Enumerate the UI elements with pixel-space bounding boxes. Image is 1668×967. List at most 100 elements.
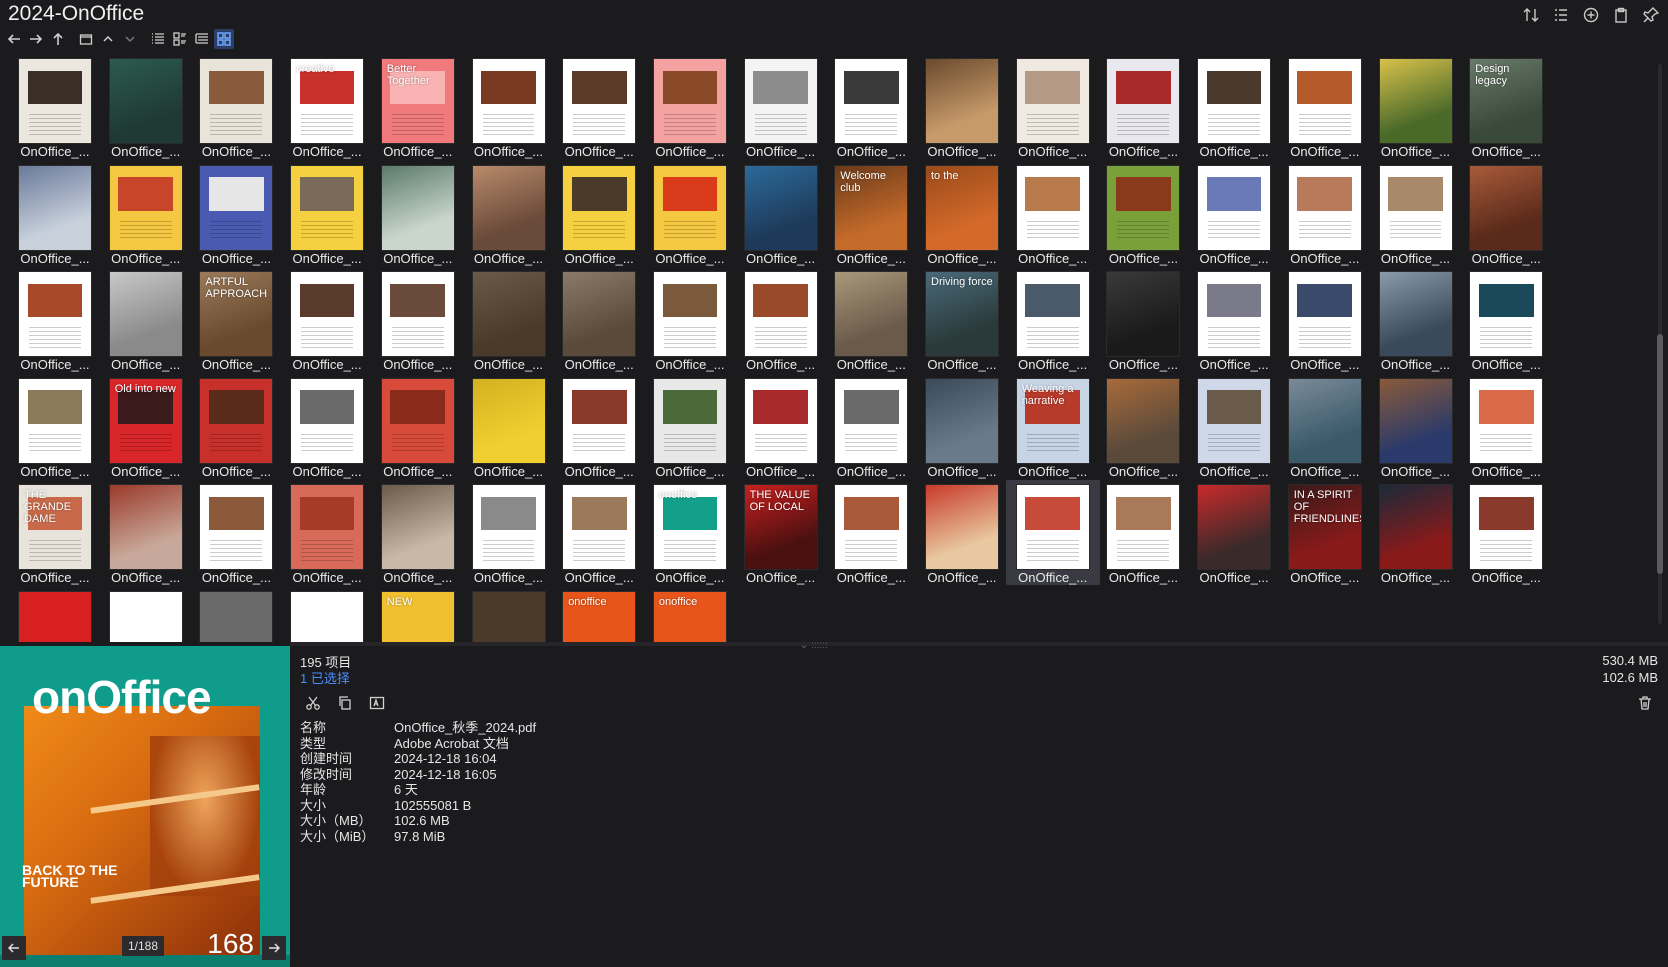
file-tile[interactable]: OnOffice_... [552, 374, 646, 479]
file-tile[interactable]: OnOffice_... [1459, 161, 1553, 266]
file-tile[interactable]: OnOffice_... [189, 54, 283, 159]
file-tile[interactable]: OnOffice_... [915, 374, 1009, 479]
file-tile[interactable]: OnOffice_... [280, 374, 374, 479]
file-tile[interactable]: OnOffice_... [1278, 267, 1372, 372]
file-tile[interactable]: OnOffice_... [1459, 267, 1553, 372]
file-tile[interactable] [189, 587, 283, 642]
file-tile[interactable]: OnOffice_... [824, 374, 918, 479]
file-tile[interactable]: OnOffice_... [189, 161, 283, 266]
file-tile[interactable]: OnOffice_... [1187, 480, 1281, 585]
file-tile[interactable]: OnOffice_... [1096, 161, 1190, 266]
file-tile[interactable]: OnOffice_... [643, 54, 737, 159]
file-tile[interactable]: creative OnOffice_... [280, 54, 374, 159]
file-tile[interactable]: OnOffice_... [734, 267, 828, 372]
file-tile[interactable]: OnOffice_... [552, 267, 646, 372]
file-tile[interactable]: OnOffice_... [1459, 480, 1553, 585]
cut-icon[interactable] [302, 692, 324, 714]
file-tile[interactable]: OnOffice_... [1006, 54, 1100, 159]
file-tile[interactable]: OnOffice_... [734, 54, 828, 159]
file-tile[interactable]: onoffice OnOffice_... [643, 480, 737, 585]
folder-icon[interactable] [76, 29, 96, 49]
file-tile[interactable] [99, 587, 193, 642]
file-tile[interactable]: OnOffice_... [189, 374, 283, 479]
file-tile[interactable]: OnOffice_... [1187, 267, 1281, 372]
file-tile[interactable]: Better Together OnOffice_... [371, 54, 465, 159]
file-tile[interactable]: OnOffice_... [371, 480, 465, 585]
file-tile[interactable]: OnOffice_... [462, 267, 556, 372]
file-tile[interactable]: OnOffice_... [1005, 480, 1100, 585]
forward-arrow-icon[interactable] [26, 29, 46, 49]
file-tile[interactable]: OnOffice_... [1096, 54, 1190, 159]
file-tile[interactable]: OnOffice_... [8, 54, 102, 159]
file-tile[interactable]: OnOffice_... [8, 374, 102, 479]
file-tile[interactable]: OnOffice_... [1096, 480, 1190, 585]
file-tile[interactable]: THE VALUE OF LOCAL OnOffice_... [734, 480, 828, 585]
sort-icon[interactable] [1520, 4, 1542, 26]
next-page-button[interactable] [262, 936, 286, 960]
file-tile[interactable]: OnOffice_... [552, 161, 646, 266]
file-tile[interactable]: OnOffice_... [280, 161, 374, 266]
file-tile[interactable]: OnOffice_... [371, 267, 465, 372]
file-tile[interactable]: OnOffice_... [1369, 54, 1463, 159]
file-tile[interactable]: OnOffice_... [824, 480, 918, 585]
file-tile[interactable]: OnOffice_... [552, 54, 646, 159]
file-tile[interactable]: OnOffice_... [1096, 267, 1190, 372]
file-tile[interactable]: ARTFUL APPROACH OnOffice_... [189, 267, 283, 372]
file-tile[interactable]: OnOffice_... [824, 267, 918, 372]
list-view-icon[interactable] [148, 29, 168, 49]
small-icons-view-icon[interactable] [170, 29, 190, 49]
file-tile[interactable]: OnOffice_... [915, 54, 1009, 159]
tree-view-icon[interactable] [192, 29, 212, 49]
file-tile[interactable]: Weaving a narrative OnOffice_... [1006, 374, 1100, 479]
file-tile[interactable]: IN A SPIRIT OF FRIENDLINESS OnOffice_... [1278, 480, 1372, 585]
details-view-icon[interactable] [1550, 4, 1572, 26]
pin-icon[interactable] [1640, 4, 1662, 26]
file-tile[interactable]: Old into new OnOffice_... [99, 374, 193, 479]
file-tile[interactable]: OnOffice_... [734, 374, 828, 479]
rename-icon[interactable] [366, 692, 388, 714]
file-tile[interactable]: OnOffice_... [643, 161, 737, 266]
file-tile[interactable]: OnOffice_... [1187, 161, 1281, 266]
up-arrow-icon[interactable] [48, 29, 68, 49]
file-tile[interactable]: OnOffice_... [99, 161, 193, 266]
file-tile[interactable]: OnOffice_... [1278, 161, 1372, 266]
file-tile[interactable] [462, 587, 556, 642]
file-tile[interactable]: OnOffice_... [1278, 374, 1372, 479]
file-tile[interactable]: OnOffice_... [643, 374, 737, 479]
file-tile[interactable]: OnOffice_... [462, 54, 556, 159]
clipboard-icon[interactable] [1610, 4, 1632, 26]
file-tile[interactable]: OnOffice_... [99, 267, 193, 372]
chevron-up-icon[interactable] [98, 29, 118, 49]
chevron-down-icon[interactable] [120, 29, 140, 49]
file-tile[interactable]: OnOffice_... [280, 267, 374, 372]
file-tile[interactable]: onoffice [552, 587, 646, 642]
file-tile[interactable]: OnOffice_... [462, 374, 556, 479]
file-tile[interactable]: OnOffice_... [1369, 267, 1463, 372]
file-tile[interactable]: OnOffice_... [280, 480, 374, 585]
file-tile[interactable]: OnOffice_... [643, 267, 737, 372]
file-tile[interactable]: Driving force OnOffice_... [915, 267, 1009, 372]
file-tile[interactable]: OnOffice_... [915, 480, 1009, 585]
file-tile[interactable]: OnOffice_... [99, 480, 193, 585]
file-tile[interactable]: Welcome club OnOffice_... [824, 161, 918, 266]
copy-icon[interactable] [334, 692, 356, 714]
file-tile[interactable]: OnOffice_... [1096, 374, 1190, 479]
file-tile[interactable]: OnOffice_... [1187, 374, 1281, 479]
file-tile[interactable]: OnOffice_... [1369, 374, 1463, 479]
file-tile[interactable]: THE GRANDE DAME OnOffice_... [8, 480, 102, 585]
grid-scrollbar[interactable] [1656, 54, 1664, 634]
file-tile[interactable]: NEW [371, 587, 465, 642]
file-tile[interactable]: OnOffice_... [1459, 374, 1553, 479]
file-tile[interactable]: OnOffice_... [462, 161, 556, 266]
file-tile[interactable]: OnOffice_... [1006, 161, 1100, 266]
file-tile[interactable]: OnOffice_... [1187, 54, 1281, 159]
file-tile[interactable]: OnOffice_... [189, 480, 283, 585]
delete-icon[interactable] [1634, 692, 1656, 714]
file-tile[interactable]: OnOffice_... [552, 480, 646, 585]
file-tile[interactable]: OnOffice_... [1006, 267, 1100, 372]
back-arrow-icon[interactable] [4, 29, 24, 49]
file-tile[interactable]: OnOffice_... [8, 267, 102, 372]
file-tile[interactable]: OnOffice_... [824, 54, 918, 159]
file-tile[interactable]: to the OnOffice_... [915, 161, 1009, 266]
file-tile[interactable]: OnOffice_... [99, 54, 193, 159]
